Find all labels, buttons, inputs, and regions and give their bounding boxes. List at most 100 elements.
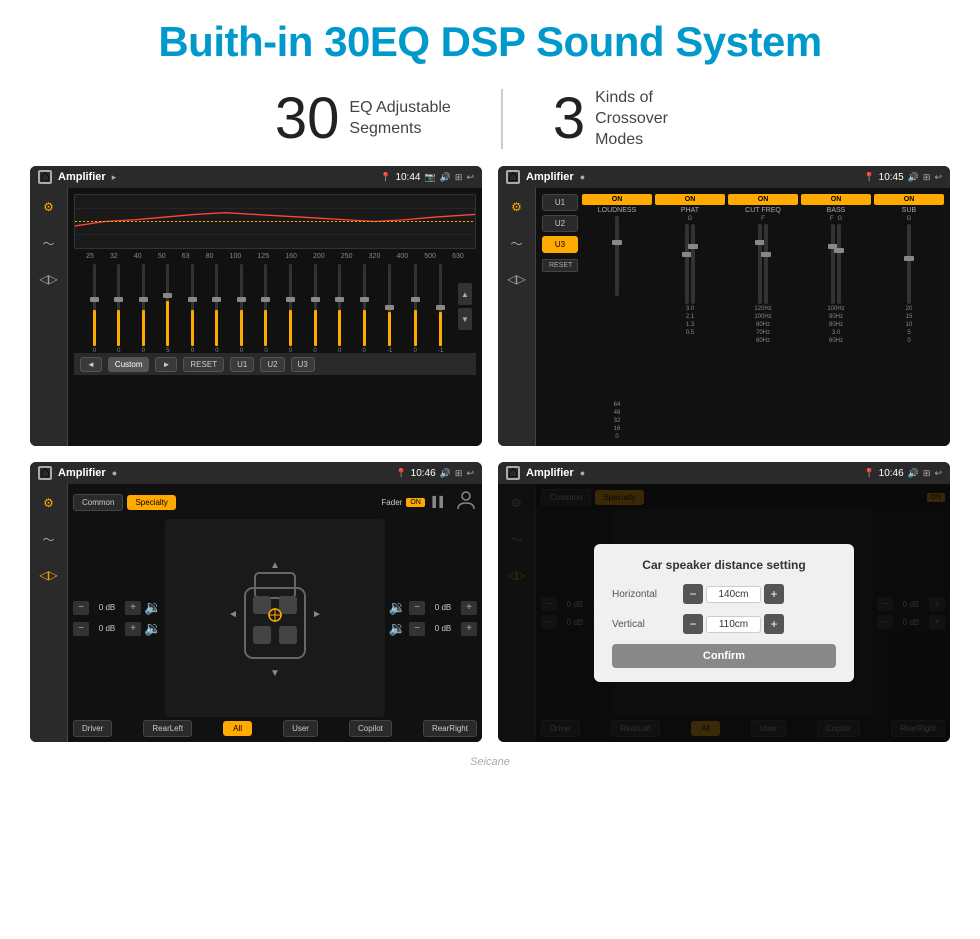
- bass-on[interactable]: ON: [801, 194, 871, 205]
- rearright-btn[interactable]: RearRight: [423, 720, 477, 737]
- home-icon-3[interactable]: ⌂: [38, 466, 52, 480]
- eq-icon-2[interactable]: ⚙: [506, 196, 528, 218]
- common-btn[interactable]: Common: [73, 494, 123, 511]
- copilot-btn[interactable]: Copilot: [349, 720, 392, 737]
- eq-icon-1[interactable]: ⚙: [38, 196, 60, 218]
- vertical-minus[interactable]: −: [683, 614, 703, 634]
- loudness-on[interactable]: ON: [582, 194, 652, 205]
- back-icon-1[interactable]: ↩: [466, 172, 474, 183]
- vol-val-bl: 0 dB: [92, 624, 122, 633]
- grid-icon-2: ⊞: [923, 172, 931, 183]
- prev-btn[interactable]: ◄: [80, 357, 102, 372]
- slider-col-2[interactable]: 0: [142, 264, 145, 354]
- vol-side-icon-1[interactable]: ◁▷: [38, 268, 60, 290]
- slider-col-4[interactable]: 0: [191, 264, 194, 354]
- screen-eq: ⌂ Amplifier ▸ 📍 10:44 📷 🔊 ⊞ ↩ ⚙ 〜 ◁▷: [30, 166, 482, 446]
- speaker-main-row: − 0 dB + 🔉 − 0 dB + 🔉: [73, 519, 477, 717]
- slider-col-5[interactable]: 0: [215, 264, 218, 354]
- slider-col-11[interactable]: 0: [362, 264, 365, 354]
- horizontal-row: Horizontal − 140cm +: [612, 584, 836, 604]
- eq-icon-3[interactable]: ⚙: [38, 492, 60, 514]
- wave-icon-1[interactable]: 〜: [38, 232, 60, 254]
- distance-dialog: Car speaker distance setting Horizontal …: [594, 544, 854, 682]
- preset-u1[interactable]: U1: [542, 194, 578, 211]
- channel-sub: ON SUB G 20 15 10 5 0: [874, 194, 944, 440]
- freq-250: 250: [341, 253, 353, 260]
- vol-icon-1: 🔊: [440, 172, 451, 183]
- vol-minus-tl[interactable]: −: [73, 601, 89, 615]
- freq-160: 160: [285, 253, 297, 260]
- back-icon-3[interactable]: ↩: [466, 468, 474, 479]
- grid-icon-1: ⊞: [455, 172, 463, 183]
- specialty-btn[interactable]: Specialty: [127, 495, 175, 510]
- u2-btn[interactable]: U2: [260, 357, 284, 372]
- slider-col-6[interactable]: 0: [240, 264, 243, 354]
- wave-icon-2[interactable]: 〜: [506, 232, 528, 254]
- next-btn[interactable]: ►: [155, 357, 177, 372]
- u3-btn[interactable]: U3: [291, 357, 315, 372]
- loudness-slider[interactable]: [582, 216, 652, 400]
- freq-25: 25: [86, 253, 94, 260]
- driver-btn[interactable]: Driver: [73, 720, 112, 737]
- freq-400: 400: [396, 253, 408, 260]
- vol-plus-bl[interactable]: +: [125, 622, 141, 636]
- vol-plus-br[interactable]: +: [461, 622, 477, 636]
- home-icon-4[interactable]: ⌂: [506, 466, 520, 480]
- reset-btn-1[interactable]: RESET: [183, 357, 224, 372]
- vol-plus-tr[interactable]: +: [461, 601, 477, 615]
- user-btn[interactable]: User: [283, 720, 318, 737]
- horizontal-minus[interactable]: −: [683, 584, 703, 604]
- vertical-plus[interactable]: +: [764, 614, 784, 634]
- back-icon-2[interactable]: ↩: [934, 172, 942, 183]
- cutfreq-on[interactable]: ON: [728, 194, 798, 205]
- arrow-down[interactable]: ▼: [458, 308, 472, 330]
- slider-col-13[interactable]: 0: [414, 264, 417, 354]
- rearleft-btn[interactable]: RearLeft: [143, 720, 192, 737]
- fader-on[interactable]: ON: [406, 498, 425, 507]
- status-bar-1: ⌂ Amplifier ▸ 📍 10:44 📷 🔊 ⊞ ↩: [30, 166, 482, 188]
- slider-col-8[interactable]: 0: [289, 264, 292, 354]
- all-btn[interactable]: All: [223, 721, 252, 736]
- preset-u2[interactable]: U2: [542, 215, 578, 232]
- slider-col-7[interactable]: 0: [264, 264, 267, 354]
- slider-col-12[interactable]: -1: [387, 264, 392, 354]
- eq-freq-labels: 25 32 40 50 63 80 100 125 160 200 250 32…: [74, 253, 476, 260]
- reset-btn-2[interactable]: RESET: [542, 259, 578, 272]
- screen-speaker: ⌂ Amplifier ● 📍 10:46 🔊 ⊞ ↩ ⚙ 〜 ◁▷ Com: [30, 462, 482, 742]
- status-bar-3: ⌂ Amplifier ● 📍 10:46 🔊 ⊞ ↩: [30, 462, 482, 484]
- sub-name: SUB: [902, 207, 916, 214]
- vol-val-tl: 0 dB: [92, 603, 122, 612]
- fader-icon: ▐▐: [429, 497, 443, 508]
- sub-on[interactable]: ON: [874, 194, 944, 205]
- arrow-up[interactable]: ▲: [458, 283, 472, 305]
- slider-col-9[interactable]: 0: [313, 264, 316, 354]
- preset-u3[interactable]: U3: [542, 236, 578, 253]
- horizontal-plus[interactable]: +: [764, 584, 784, 604]
- u1-btn[interactable]: U1: [230, 357, 254, 372]
- crossover-channels: ON LOUDNESS 64 48 32 16 0: [582, 194, 944, 440]
- user-icon[interactable]: [455, 489, 477, 516]
- slider-col-14[interactable]: -1: [438, 264, 443, 354]
- home-icon-2[interactable]: ⌂: [506, 170, 520, 184]
- wave-icon-3[interactable]: 〜: [38, 528, 60, 550]
- phat-on[interactable]: ON: [655, 194, 725, 205]
- vol-minus-bl[interactable]: −: [73, 622, 89, 636]
- slider-col-0[interactable]: 0: [93, 264, 96, 354]
- home-icon-1[interactable]: ⌂: [38, 170, 52, 184]
- slider-col-3[interactable]: 5: [166, 264, 169, 354]
- custom-btn[interactable]: Custom: [108, 357, 150, 372]
- stat-crossover-number: 3: [553, 90, 585, 148]
- slider-col-1[interactable]: 0: [117, 264, 120, 354]
- vol-side-icon-2[interactable]: ◁▷: [506, 268, 528, 290]
- screen3-content: ⚙ 〜 ◁▷ Common Specialty Fader ON ▐▐: [30, 484, 482, 742]
- eq-sliders: 0 0 0 5 0 0 0 0 0 0 0 0 -1 0 -1: [78, 264, 458, 354]
- vol-minus-tr[interactable]: −: [409, 601, 425, 615]
- status-icons-3: 📍 10:46 🔊 ⊞ ↩: [395, 468, 474, 479]
- vol-side-icon-3[interactable]: ◁▷: [38, 564, 60, 586]
- back-icon-4[interactable]: ↩: [934, 468, 942, 479]
- vol-minus-br[interactable]: −: [409, 622, 425, 636]
- eq-main-area: 25 32 40 50 63 80 100 125 160 200 250 32…: [68, 188, 482, 446]
- slider-col-10[interactable]: 0: [338, 264, 341, 354]
- confirm-button[interactable]: Confirm: [612, 644, 836, 668]
- vol-plus-tl[interactable]: +: [125, 601, 141, 615]
